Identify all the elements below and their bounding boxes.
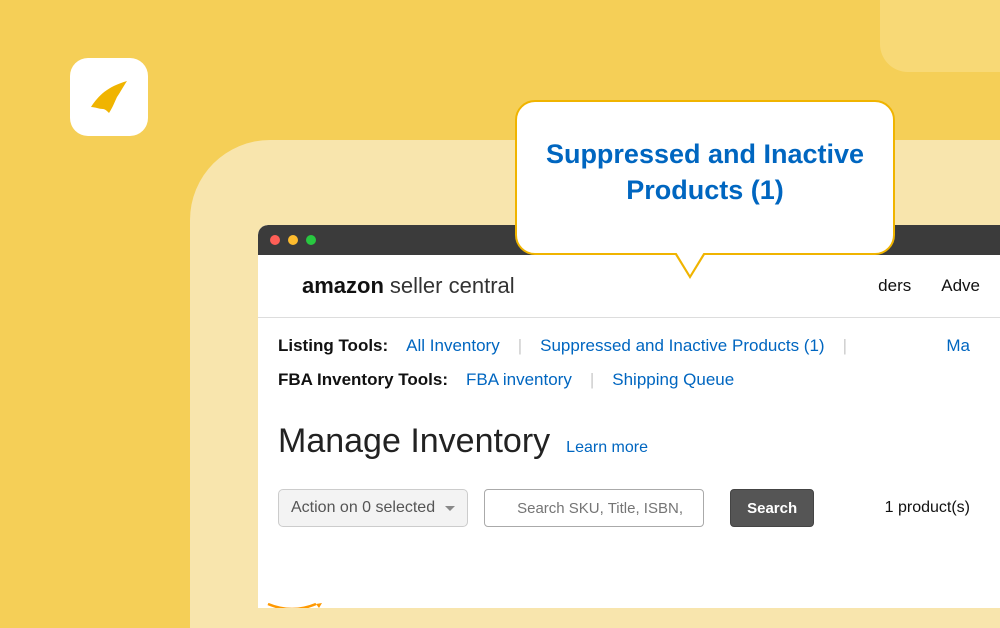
link-shipping-queue[interactable]: Shipping Queue [612, 370, 734, 390]
fba-tools-label: FBA Inventory Tools: [278, 370, 448, 390]
callout-bubble: Suppressed and Inactive Products (1) [515, 100, 895, 255]
traffic-light-close-icon[interactable] [270, 235, 280, 245]
fba-tools-row: FBA Inventory Tools: FBA inventory | Shi… [278, 370, 980, 390]
product-count: 1 product(s) [885, 499, 980, 517]
brand-logo: amazon seller central [302, 273, 515, 299]
top-nav-tail: ders Adve [878, 276, 1000, 296]
brand-amazon: amazon [302, 273, 384, 299]
page-heading: Manage Inventory Learn more [258, 404, 1000, 469]
link-learn-more[interactable]: Learn more [566, 439, 648, 457]
listing-tools-label: Listing Tools: [278, 336, 388, 356]
link-fba-inventory[interactable]: FBA inventory [466, 370, 572, 390]
decorative-corner [880, 0, 1000, 72]
link-tail-fragment[interactable]: Ma [946, 336, 980, 356]
link-suppressed-inactive[interactable]: Suppressed and Inactive Products (1) [540, 336, 824, 356]
link-all-inventory[interactable]: All Inventory [406, 336, 500, 356]
chevron-down-icon [445, 506, 455, 511]
nav-item-orders-fragment[interactable]: ders [878, 276, 911, 296]
callout-text: Suppressed and Inactive Products (1) [546, 139, 864, 205]
search-button[interactable]: Search [730, 489, 814, 527]
app-content: amazon seller central ders Adve Listing … [258, 255, 1000, 527]
listing-tools-row: Listing Tools: All Inventory | Suppresse… [278, 336, 980, 356]
separator: | [518, 336, 522, 356]
amazon-smile-icon [266, 602, 322, 608]
action-bar: Action on 0 selected Search 1 product(s) [258, 469, 1000, 527]
bulk-action-label: Action on 0 selected [291, 499, 435, 517]
header-row: amazon seller central ders Adve [258, 255, 1000, 318]
traffic-light-min-icon[interactable] [288, 235, 298, 245]
brand-seller-central: seller central [390, 273, 515, 299]
nav-item-advertising-fragment[interactable]: Adve [941, 276, 980, 296]
page-title: Manage Inventory [278, 422, 550, 461]
bulk-action-select[interactable]: Action on 0 selected [278, 489, 468, 527]
search-input[interactable] [484, 489, 704, 527]
traffic-light-max-icon[interactable] [306, 235, 316, 245]
separator: | [843, 336, 847, 356]
bird-logo-icon [85, 73, 133, 121]
tools-section: Listing Tools: All Inventory | Suppresse… [258, 318, 1000, 390]
app-logo-badge [70, 58, 148, 136]
separator: | [590, 370, 594, 390]
browser-window: amazon seller central ders Adve Listing … [258, 225, 1000, 608]
search-box [484, 489, 704, 527]
